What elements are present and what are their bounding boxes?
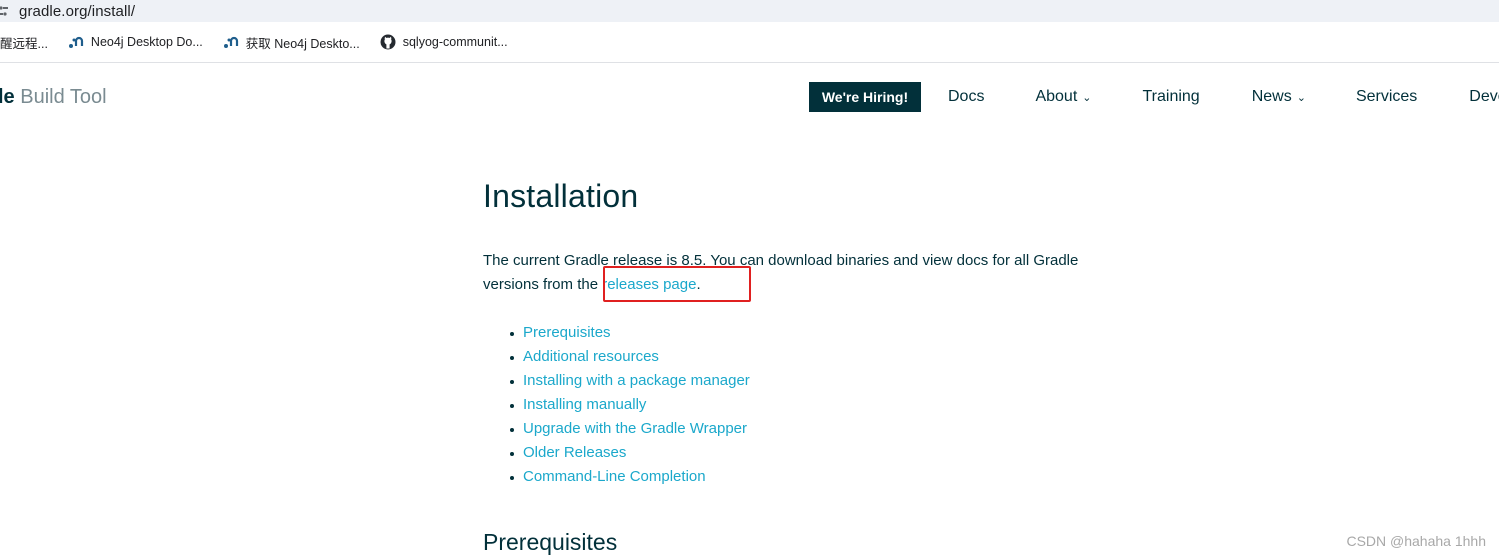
bookmark-label: 醒远程... bbox=[0, 36, 48, 51]
site-info-icon[interactable] bbox=[0, 4, 8, 18]
bookmarks-bar: 醒远程... Neo4j Desktop Do... 获取 Neo4j Desk… bbox=[0, 22, 1499, 63]
toc-item: Upgrade with the Gradle Wrapper bbox=[510, 417, 1123, 441]
watermark-text: CSDN @hahaha 1hhh bbox=[1346, 533, 1486, 549]
toc-link-installing-manually[interactable]: Installing manually bbox=[523, 396, 646, 413]
main-nav: We're Hiring! Docs About ⌄ Training News… bbox=[809, 82, 1499, 112]
intro-text: The current Gradle release is 8.5. You c… bbox=[483, 252, 1079, 293]
intro-text-end: . bbox=[696, 276, 701, 293]
nav-news-label: News bbox=[1251, 88, 1292, 105]
bookmark-label: Neo4j Desktop Do... bbox=[90, 35, 203, 49]
nav-develocity[interactable]: Deve bbox=[1469, 88, 1499, 106]
neo4j-icon bbox=[223, 34, 239, 50]
address-bar[interactable]: gradle.org/install/ bbox=[0, 0, 1499, 22]
chevron-down-icon: ⌄ bbox=[1296, 91, 1306, 104]
hiring-button[interactable]: We're Hiring! bbox=[809, 82, 921, 112]
nav-training[interactable]: Training bbox=[1142, 88, 1199, 106]
site-logo[interactable]: le Build Tool bbox=[0, 86, 107, 109]
table-of-contents: Prerequisites Additional resources Insta… bbox=[483, 321, 1123, 489]
toc-link-prerequisites[interactable]: Prerequisites bbox=[523, 324, 611, 341]
github-icon bbox=[380, 34, 396, 50]
nav-about-label: About bbox=[1035, 88, 1078, 105]
nav-services[interactable]: Services bbox=[1356, 88, 1417, 106]
nav-docs-label: Docs bbox=[948, 88, 985, 105]
nav-news[interactable]: News ⌄ bbox=[1252, 88, 1306, 106]
bookmark-item[interactable]: 获取 Neo4j Deskto... bbox=[223, 33, 360, 52]
logo-rest-text: Build Tool bbox=[14, 86, 107, 108]
toc-link-gradle-wrapper[interactable]: Upgrade with the Gradle Wrapper bbox=[523, 420, 747, 437]
releases-page-link[interactable]: releases page bbox=[602, 276, 696, 293]
toc-link-command-line-completion[interactable]: Command-Line Completion bbox=[523, 468, 706, 485]
toc-link-older-releases[interactable]: Older Releases bbox=[523, 444, 626, 461]
toc-link-additional-resources[interactable]: Additional resources bbox=[523, 348, 659, 365]
chevron-down-icon: ⌄ bbox=[1082, 91, 1092, 104]
main-content: Installation The current Gradle release … bbox=[483, 170, 1123, 557]
toc-link-package-manager[interactable]: Installing with a package manager bbox=[523, 372, 750, 389]
section-title-prerequisites: Prerequisites bbox=[483, 529, 618, 555]
logo-strong-text: le bbox=[0, 86, 15, 108]
nav-services-label: Services bbox=[1355, 88, 1418, 105]
bookmark-item[interactable]: 醒远程... bbox=[0, 33, 48, 52]
site-header: le Build Tool We're Hiring! Docs About ⌄… bbox=[0, 64, 1499, 130]
bookmark-item[interactable]: sqlyog-communit... bbox=[380, 34, 508, 50]
url-text[interactable]: gradle.org/install/ bbox=[19, 3, 135, 20]
nav-training-label: Training bbox=[1142, 88, 1200, 105]
nav-docs[interactable]: Docs bbox=[948, 88, 984, 106]
intro-paragraph: The current Gradle release is 8.5. You c… bbox=[483, 249, 1113, 297]
bookmark-item[interactable]: Neo4j Desktop Do... bbox=[68, 34, 203, 50]
page-title: Installation bbox=[483, 178, 639, 214]
toc-item: Prerequisites bbox=[510, 321, 1123, 345]
toc-item: Installing manually bbox=[510, 393, 1123, 417]
toc-item: Older Releases bbox=[510, 441, 1123, 465]
nav-about[interactable]: About ⌄ bbox=[1035, 88, 1091, 106]
bookmark-label: 获取 Neo4j Deskto... bbox=[245, 36, 360, 51]
toc-item: Installing with a package manager bbox=[510, 369, 1123, 393]
toc-item: Additional resources bbox=[510, 345, 1123, 369]
neo4j-icon bbox=[68, 34, 84, 50]
nav-develocity-label: Deve bbox=[1469, 88, 1499, 105]
toc-item: Command-Line Completion bbox=[510, 465, 1123, 489]
bookmark-label: sqlyog-communit... bbox=[402, 35, 508, 49]
